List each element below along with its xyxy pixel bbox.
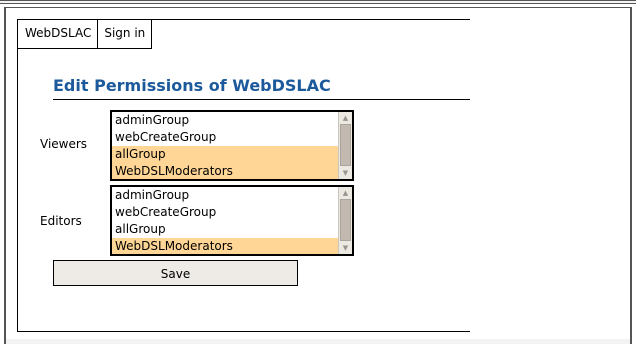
viewers-option-webdslmoderators[interactable]: WebDSLModerators xyxy=(112,163,338,179)
viewers-listbox[interactable]: adminGroup webCreateGroup allGroup WebDS… xyxy=(110,110,354,181)
viewers-label: Viewers xyxy=(40,137,88,151)
editors-option-allgroup[interactable]: allGroup xyxy=(112,221,338,238)
viewers-scrollbar-thumb[interactable] xyxy=(340,124,351,166)
window-right-border xyxy=(630,7,632,344)
window-left-border xyxy=(4,7,6,344)
editors-option-webdslmoderators[interactable]: WebDSLModerators xyxy=(112,238,338,254)
menu-item-webdslac[interactable]: WebDSLAC xyxy=(17,19,99,49)
scroll-up-arrow-icon[interactable]: ▲ xyxy=(339,112,352,124)
window-top-border xyxy=(0,0,636,4)
page-left-border xyxy=(17,19,18,332)
page-title: Edit Permissions of WebDSLAC xyxy=(53,76,331,95)
scroll-down-arrow-icon[interactable]: ▼ xyxy=(339,242,352,254)
editors-scrollbar[interactable]: ▲ ▼ xyxy=(338,187,352,254)
page-container: WebDSLAC Sign in Edit Permissions of Web… xyxy=(17,19,470,332)
scroll-down-arrow-icon[interactable]: ▼ xyxy=(339,167,352,179)
scroll-up-arrow-icon[interactable]: ▲ xyxy=(339,187,352,199)
save-button[interactable]: Save xyxy=(53,260,298,286)
menu-item-sign-in[interactable]: Sign in xyxy=(98,19,153,49)
menu-bar: WebDSLAC Sign in xyxy=(17,19,153,49)
page-bottom-border xyxy=(17,331,470,332)
editors-option-webcreategroup[interactable]: webCreateGroup xyxy=(112,204,338,221)
title-divider xyxy=(53,99,470,100)
window-inner-top-border xyxy=(6,7,630,8)
editors-listbox[interactable]: adminGroup webCreateGroup allGroup WebDS… xyxy=(110,185,354,256)
window-bottom-strip xyxy=(6,339,630,344)
viewers-option-admingroup[interactable]: adminGroup xyxy=(112,112,338,129)
editors-label: Editors xyxy=(40,214,82,228)
editors-scrollbar-thumb[interactable] xyxy=(340,199,351,241)
viewers-scrollbar[interactable]: ▲ ▼ xyxy=(338,112,352,179)
viewers-option-allgroup[interactable]: allGroup xyxy=(112,146,338,163)
viewers-option-webcreategroup[interactable]: webCreateGroup xyxy=(112,129,338,146)
editors-option-admingroup[interactable]: adminGroup xyxy=(112,187,338,204)
